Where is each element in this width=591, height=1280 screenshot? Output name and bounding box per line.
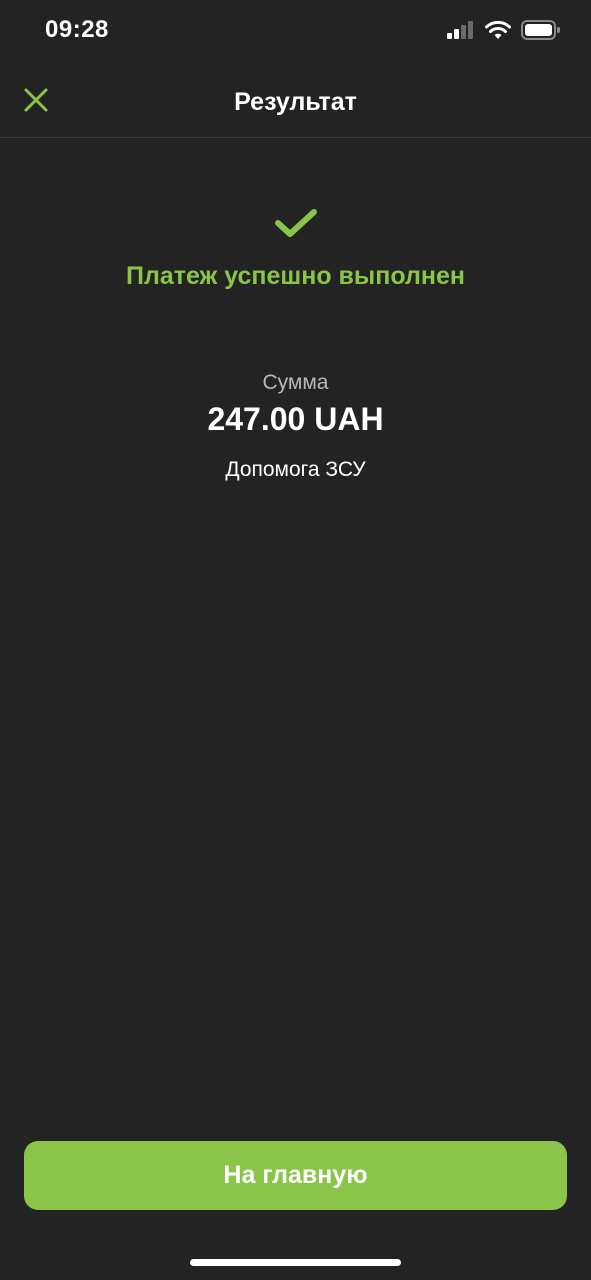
- checkmark-icon: [273, 206, 319, 242]
- success-message: Платеж успешно выполнен: [125, 262, 466, 290]
- status-bar: 09:28: [0, 0, 591, 64]
- amount-value: 247.00 UAH: [207, 401, 384, 437]
- recipient-name: Допомога ЗСУ: [225, 458, 366, 481]
- status-icons: [447, 19, 561, 45]
- page-title: Результат: [234, 88, 357, 116]
- cellular-signal-icon: [447, 20, 475, 44]
- battery-icon: [521, 19, 561, 45]
- header: Результат: [0, 64, 591, 138]
- status-time: 09:28: [45, 16, 109, 43]
- amount-label: Сумма: [262, 371, 329, 394]
- wifi-icon: [485, 20, 511, 45]
- home-button[interactable]: На главную: [24, 1141, 567, 1210]
- home-indicator: [190, 1259, 401, 1266]
